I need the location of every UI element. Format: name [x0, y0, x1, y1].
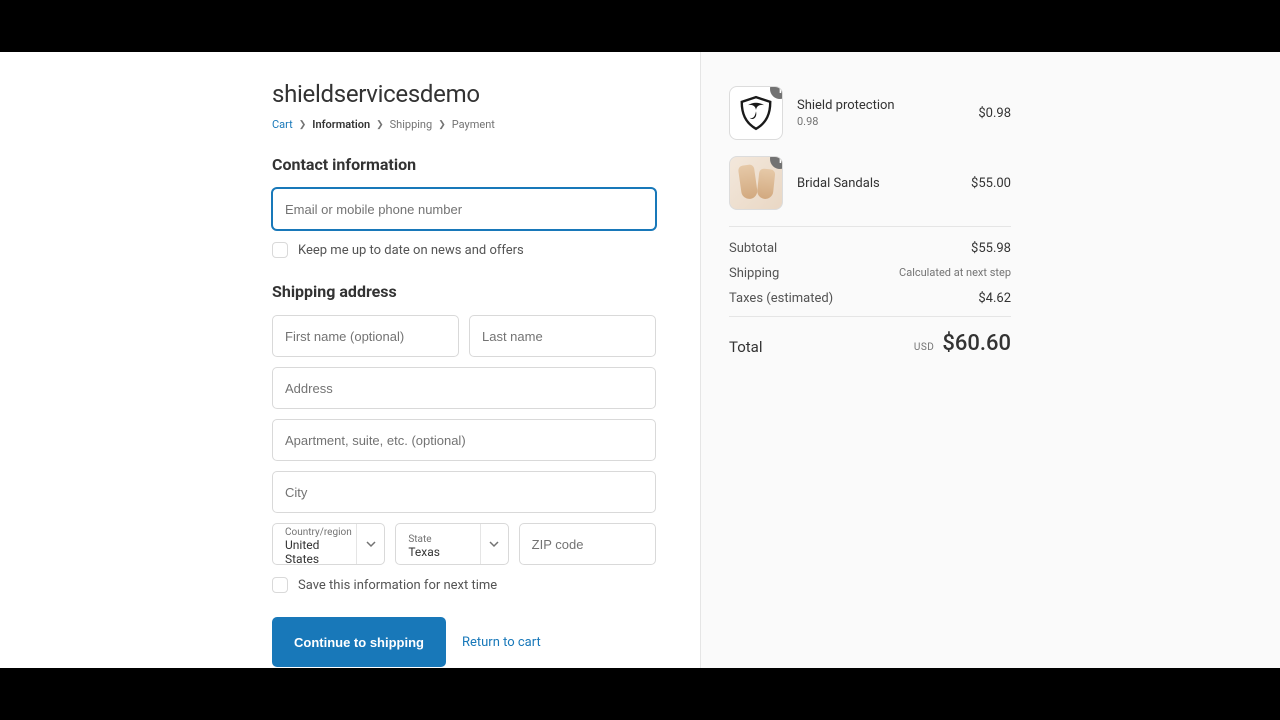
cart-item: 1 Shield protection 0.98 $0.98 — [729, 86, 1011, 140]
chevron-right-icon: ❯ — [376, 120, 384, 130]
chevron-right-icon: ❯ — [438, 120, 446, 130]
taxes-value: $4.62 — [978, 291, 1011, 306]
item-sub: 0.98 — [797, 115, 964, 128]
country-select[interactable]: Country/region United States — [272, 523, 385, 565]
last-name-field[interactable] — [469, 315, 656, 357]
summary-column: 1 Shield protection 0.98 $0.98 1 — [700, 52, 1280, 668]
contact-heading: Contact information — [272, 155, 656, 174]
cart-item: 1 Bridal Sandals $55.00 — [729, 156, 1011, 210]
breadcrumb-payment: Payment — [452, 118, 495, 131]
city-field[interactable] — [272, 471, 656, 513]
product-thumb-shield: 1 — [729, 86, 783, 140]
subtotal-label: Subtotal — [729, 241, 777, 256]
total-currency: USD — [914, 342, 934, 353]
taxes-label: Taxes (estimated) — [729, 291, 833, 306]
subscribe-checkbox[interactable] — [272, 242, 288, 258]
breadcrumb: Cart ❯ Information ❯ Shipping ❯ Payment — [272, 118, 656, 131]
country-label: Country/region — [285, 527, 356, 538]
apartment-field[interactable] — [272, 419, 656, 461]
zip-field[interactable] — [519, 523, 656, 565]
country-value: United States — [285, 538, 356, 567]
breadcrumb-cart[interactable]: Cart — [272, 118, 293, 131]
subtotal-value: $55.98 — [971, 241, 1011, 256]
email-field[interactable] — [272, 188, 656, 230]
form-column: shieldservicesdemo Cart ❯ Information ❯ … — [0, 52, 700, 668]
product-thumb-sandals: 1 — [729, 156, 783, 210]
shipping-value: Calculated at next step — [899, 266, 1011, 281]
chevron-down-icon — [356, 524, 384, 564]
total-amount: $60.60 — [942, 331, 1011, 356]
item-price: $55.00 — [971, 176, 1011, 191]
save-info-label: Save this information for next time — [298, 578, 497, 593]
item-price: $0.98 — [978, 106, 1011, 121]
letterbox-bottom — [0, 668, 1280, 720]
item-name: Bridal Sandals — [797, 176, 957, 191]
checkout-stage: shieldservicesdemo Cart ❯ Information ❯ … — [0, 52, 1280, 668]
state-select[interactable]: State Texas — [395, 523, 508, 565]
shipping-label: Shipping — [729, 266, 779, 281]
divider — [729, 316, 1011, 317]
breadcrumb-shipping: Shipping — [390, 118, 433, 131]
chevron-right-icon: ❯ — [299, 120, 307, 130]
state-value: Texas — [408, 545, 479, 559]
chevron-down-icon — [480, 524, 508, 564]
shield-icon — [737, 94, 775, 132]
total-label: Total — [729, 338, 763, 356]
first-name-field[interactable] — [272, 315, 459, 357]
save-info-checkbox[interactable] — [272, 577, 288, 593]
breadcrumb-information: Information — [312, 118, 370, 131]
store-title: shieldservicesdemo — [272, 80, 656, 108]
item-name: Shield protection — [797, 98, 964, 113]
letterbox-top — [0, 0, 1280, 52]
qty-badge: 1 — [770, 156, 783, 169]
state-label: State — [408, 534, 479, 545]
divider — [729, 226, 1011, 227]
address-field[interactable] — [272, 367, 656, 409]
subscribe-label: Keep me up to date on news and offers — [298, 243, 524, 258]
shipping-heading: Shipping address — [272, 282, 656, 301]
continue-button[interactable]: Continue to shipping — [272, 617, 446, 667]
return-link[interactable]: Return to cart — [462, 635, 541, 650]
